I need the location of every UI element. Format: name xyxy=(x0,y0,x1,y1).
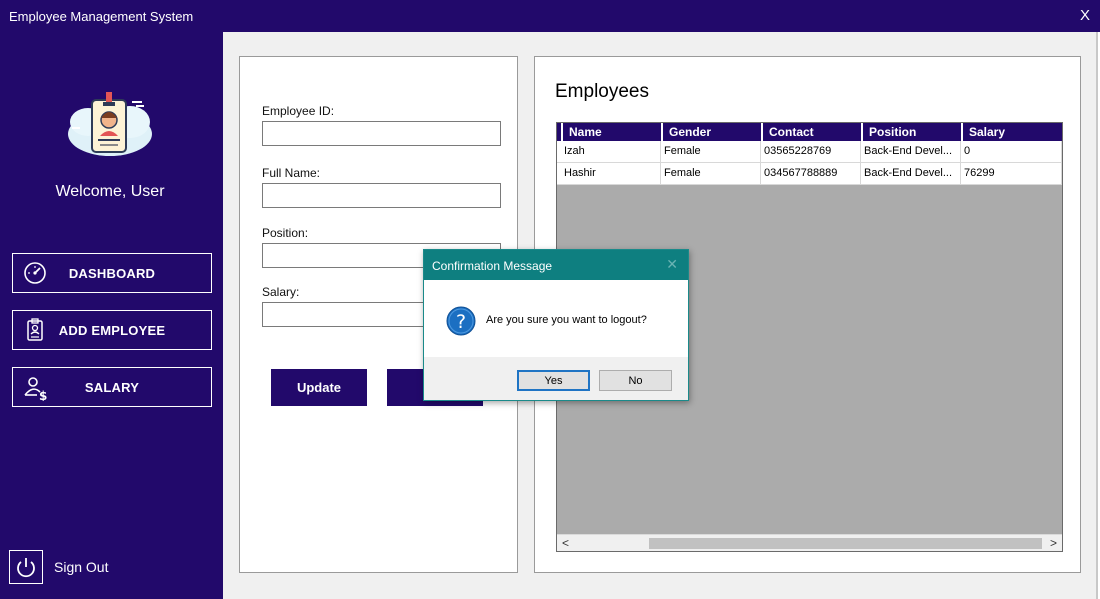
question-icon: ? xyxy=(446,306,476,336)
employee-id-input[interactable] xyxy=(262,121,501,146)
dashboard-button[interactable]: DASHBOARD xyxy=(12,253,212,293)
confirmation-dialog: Confirmation Message ✕ ? Are you sure yo… xyxy=(423,249,689,401)
dialog-title: Confirmation Message xyxy=(432,259,553,273)
employees-title: Employees xyxy=(555,81,649,102)
cell-position: Back-End Devel... xyxy=(861,141,961,162)
cell-name: Izah xyxy=(561,141,661,162)
yes-button[interactable]: Yes xyxy=(517,370,590,391)
sign-out-button[interactable]: Sign Out xyxy=(9,550,108,584)
employee-badge-icon xyxy=(68,92,152,156)
horizontal-scrollbar[interactable]: < > xyxy=(557,534,1062,551)
dialog-message: Are you sure you want to logout? xyxy=(486,314,647,326)
dialog-close-button[interactable]: ✕ xyxy=(666,256,678,273)
cell-salary: 76299 xyxy=(961,163,1062,184)
cell-contact: 03565228769 xyxy=(761,141,861,162)
no-button[interactable]: No xyxy=(599,370,672,391)
sidebar: Welcome, User DASHBOARD ADD EMPLOYEE $ S… xyxy=(0,32,223,599)
window-title: Employee Management System xyxy=(9,9,194,24)
salary-button[interactable]: $ SALARY xyxy=(12,367,212,407)
cell-name: Hashir xyxy=(561,163,661,184)
full-name-input[interactable] xyxy=(262,183,501,208)
column-header-contact[interactable]: Contact xyxy=(761,123,861,141)
power-icon xyxy=(9,550,43,584)
position-label: Position: xyxy=(262,226,309,240)
full-name-label: Full Name: xyxy=(262,166,321,180)
cell-salary: 0 xyxy=(961,141,1062,162)
avatar xyxy=(62,92,158,160)
user-salary-icon: $ xyxy=(23,375,47,403)
scroll-left-arrow-icon[interactable]: < xyxy=(557,535,574,551)
scrollbar-thumb[interactable] xyxy=(649,538,1042,549)
dialog-body: ? Are you sure you want to logout? xyxy=(424,280,688,357)
update-button[interactable]: Update xyxy=(271,369,367,406)
window-titlebar: Employee Management System X xyxy=(0,0,1100,32)
employee-id-label: Employee ID: xyxy=(262,104,335,118)
scroll-right-arrow-icon[interactable]: > xyxy=(1045,535,1062,551)
table-row[interactable]: Izah Female 03565228769 Back-End Devel..… xyxy=(557,141,1062,163)
table-row[interactable]: Hashir Female 034567788889 Back-End Deve… xyxy=(557,163,1062,185)
add-employee-button[interactable]: ADD EMPLOYEE xyxy=(12,310,212,350)
salary-field-label: Salary: xyxy=(262,285,300,299)
window-close-button[interactable]: X xyxy=(1080,7,1090,24)
svg-text:?: ? xyxy=(456,311,466,333)
welcome-text: Welcome, User xyxy=(55,183,165,200)
table-header: Name Gender Contact Position Salary xyxy=(557,123,1062,141)
column-header-salary[interactable]: Salary xyxy=(961,123,1062,141)
svg-text:$: $ xyxy=(39,389,47,401)
cell-gender: Female xyxy=(661,163,761,184)
column-header-gender[interactable]: Gender xyxy=(661,123,761,141)
column-header-position[interactable]: Position xyxy=(861,123,961,141)
cell-gender: Female xyxy=(661,141,761,162)
sign-out-label: Sign Out xyxy=(54,559,109,575)
id-badge-icon xyxy=(23,318,47,342)
dialog-titlebar: Confirmation Message ✕ xyxy=(424,250,688,280)
speedometer-icon xyxy=(23,261,47,285)
cell-contact: 034567788889 xyxy=(761,163,861,184)
cell-position: Back-End Devel... xyxy=(861,163,961,184)
column-header-name[interactable]: Name xyxy=(561,123,661,141)
